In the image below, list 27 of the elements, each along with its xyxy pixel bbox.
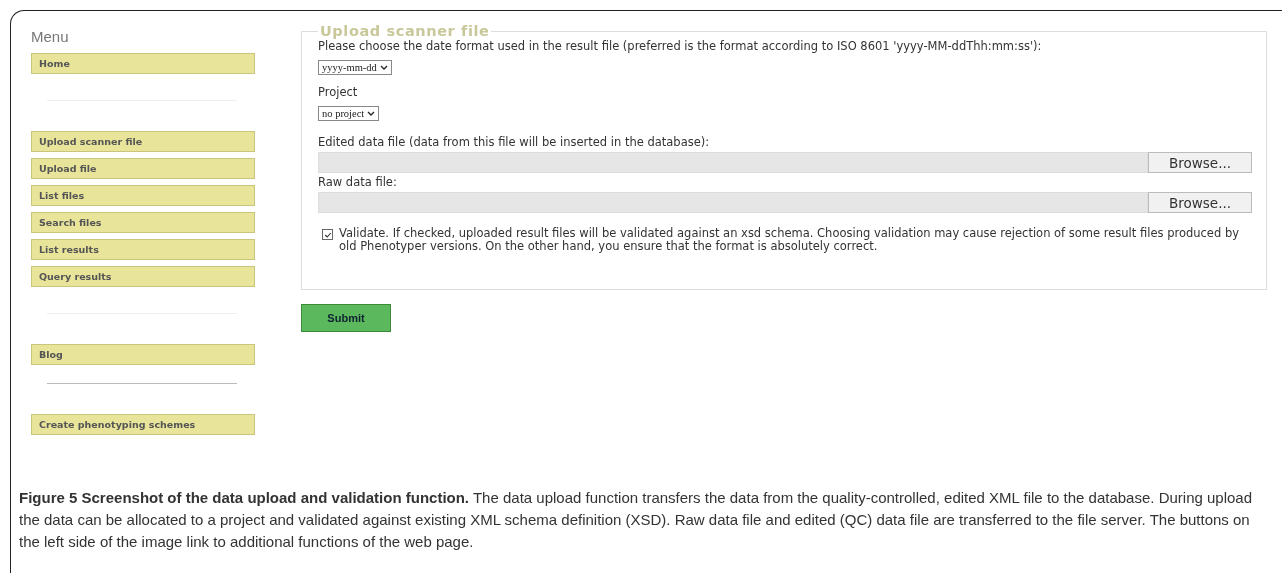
menu-button[interactable]: Search files [31, 212, 255, 233]
project-select[interactable]: no project [318, 106, 380, 121]
field-label: Edited data file (data from this file will be inserted in the database): [318, 135, 711, 149]
file-path-field[interactable] [318, 152, 1148, 173]
menu-button[interactable]: Blog [31, 344, 255, 365]
menu-button[interactable]: Upload scanner file [31, 131, 255, 152]
field-label: Raw data file: [318, 175, 398, 189]
field-label: Please choose the date format used in the result file (preferred is the format according to ISO 8601 'yyyy-MM-ddThh:mm:ss'): [318, 39, 1043, 53]
menu-title: Menu [31, 28, 70, 45]
menu-button[interactable]: Home [31, 53, 255, 74]
menu-button[interactable]: Query results [31, 266, 255, 287]
browse-button[interactable]: Browse... [1148, 152, 1252, 173]
file-path-field[interactable] [318, 192, 1148, 213]
caret-icon [379, 65, 388, 70]
validate-description: Validate. If checked, uploaded result files will be validated against an xsd schema. Choosing validation may cause rejection of some result files produced by old Phenotyper versions. On the other hand, you ensure that the format is absolutely correct. [339, 227, 1240, 253]
field-label: Project [318, 85, 359, 99]
browse-button[interactable]: Browse... [1148, 192, 1252, 213]
submit-button[interactable]: Submit [301, 304, 391, 332]
menu-button[interactable]: List files [31, 185, 255, 206]
menu-button[interactable]: Create phenotyping schemes [31, 414, 255, 435]
menu-button[interactable]: Upload file [31, 158, 255, 179]
figure-caption: Figure 5 Screenshot of the data upload and validation function. The data upload function transfers the data from the quality-controlled, edited XML file to the database. During upload the data can be allocated to a project and validated against existing XML schema definition (XSD). Raw data file and edited (QC) data file are transferred to the file server. The buttons on the left side of the image link to additional functions of the web page. [19, 488, 1254, 552]
panel-legend: Upload scanner file [318, 23, 492, 39]
date-format-select[interactable]: yyyy-mm-dd [318, 60, 392, 75]
validate-checkbox[interactable] [322, 229, 333, 240]
caret-icon [367, 111, 376, 116]
menu-button[interactable]: List results [31, 239, 255, 260]
